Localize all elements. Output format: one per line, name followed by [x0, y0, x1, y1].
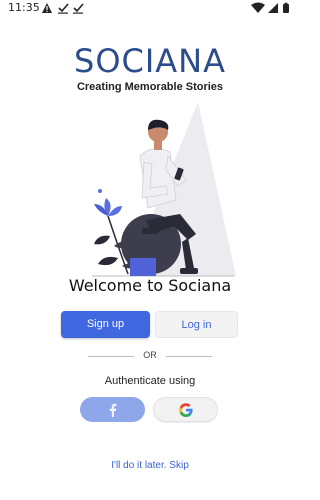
divider-text: OR — [143, 350, 157, 360]
google-login-button[interactable] — [153, 397, 218, 422]
authenticate-label: Authenticate using — [104, 375, 196, 387]
signal-icon — [268, 3, 278, 13]
wifi-icon — [251, 2, 265, 13]
download-check-icon — [73, 3, 84, 14]
app-title: SOCIANA — [74, 42, 226, 80]
welcome-illustration — [92, 102, 236, 277]
battery-icon — [283, 2, 289, 13]
sign-up-button[interactable]: Sign up — [61, 311, 150, 338]
facebook-login-button[interactable] — [80, 397, 145, 422]
download-check-icon — [58, 3, 69, 14]
divider-line-right — [166, 356, 212, 357]
welcome-heading: Welcome to Sociana — [68, 276, 232, 295]
status-right-icons — [251, 2, 289, 13]
skip-link[interactable]: I'll do it later. Skip — [0, 460, 300, 471]
or-divider: OR — [88, 350, 212, 362]
status-left-icons — [42, 3, 84, 14]
status-bar: 11:35 — [0, 0, 300, 16]
status-time: 11:35 — [8, 1, 40, 14]
tagline: Creating Memorable Stories — [76, 81, 224, 93]
facebook-icon — [109, 403, 116, 417]
warning-icon — [42, 3, 52, 13]
log-in-button[interactable]: Log in — [155, 311, 238, 338]
google-icon — [178, 402, 193, 417]
